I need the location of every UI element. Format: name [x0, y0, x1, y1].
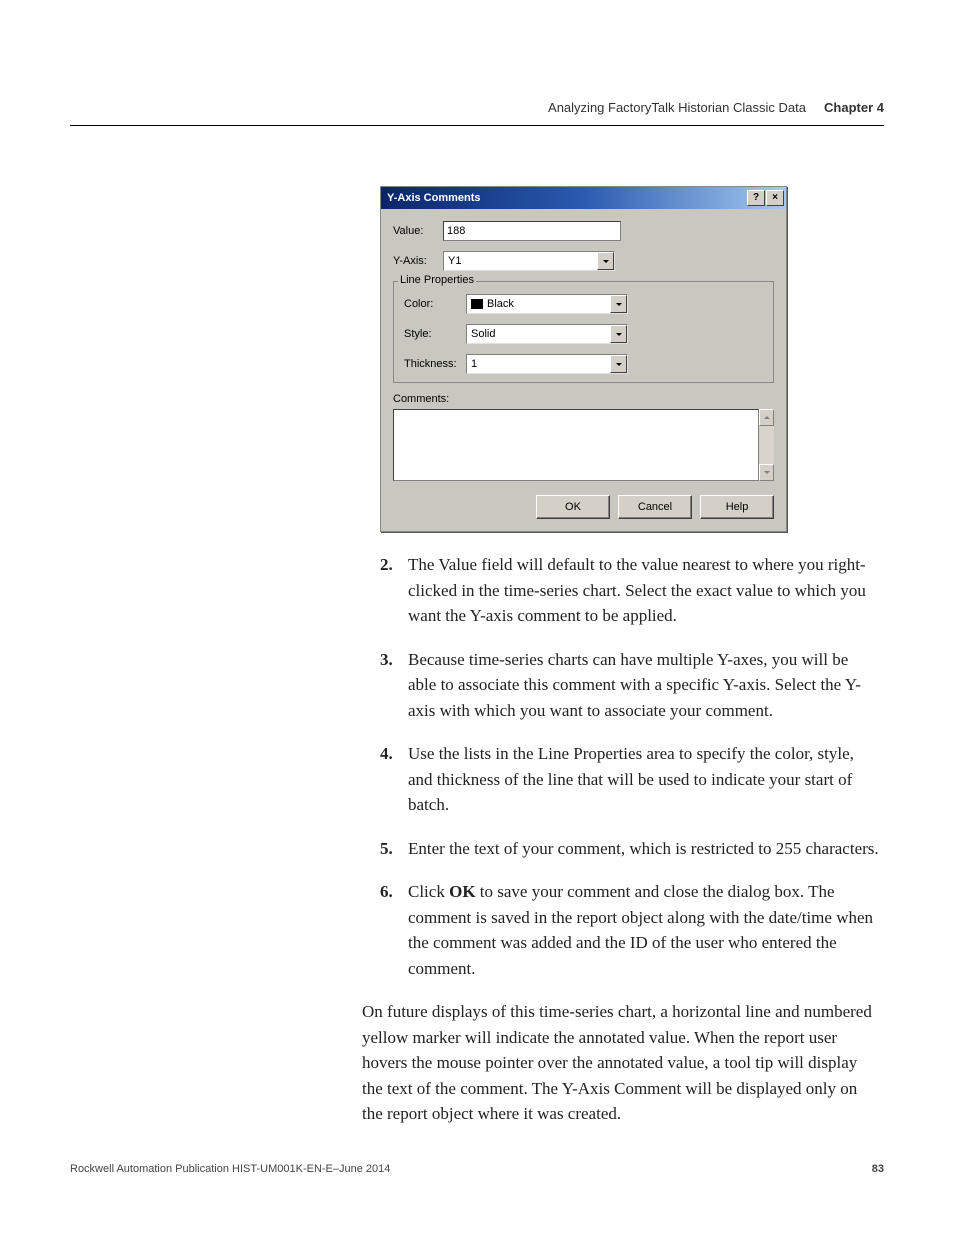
step-number: 3. — [380, 647, 398, 724]
color-swatch-icon — [471, 299, 483, 309]
close-icon[interactable]: × — [766, 190, 784, 206]
header-chapter: Chapter 4 — [824, 100, 884, 115]
y-axis-comments-dialog: Y-Axis Comments ? × Value: Y-Axis: Y1 — [380, 186, 787, 532]
step-3: 3. Because time-series charts can have m… — [380, 647, 880, 724]
chevron-down-icon — [610, 295, 627, 313]
style-selected: Solid — [467, 328, 610, 340]
dialog-title: Y-Axis Comments — [387, 192, 481, 204]
page-number: 83 — [872, 1163, 884, 1175]
color-selected: Black — [487, 298, 514, 310]
color-dropdown[interactable]: Black — [466, 294, 628, 314]
line-properties-legend: Line Properties — [398, 274, 476, 286]
style-dropdown[interactable]: Solid — [466, 324, 628, 344]
thickness-label: Thickness: — [404, 358, 466, 370]
color-label: Color: — [404, 298, 466, 310]
ok-button[interactable]: OK — [536, 495, 610, 519]
yaxis-selected: Y1 — [444, 255, 597, 267]
help-icon[interactable]: ? — [747, 190, 765, 206]
comments-textarea[interactable] — [393, 409, 759, 481]
value-label: Value: — [393, 225, 443, 237]
explanatory-paragraph: On future displays of this time-series c… — [362, 999, 882, 1127]
step-text: The Value field will default to the valu… — [408, 552, 880, 629]
chevron-down-icon — [610, 325, 627, 343]
page-header: Analyzing FactoryTalk Historian Classic … — [70, 100, 884, 126]
step-number: 2. — [380, 552, 398, 629]
yaxis-dropdown[interactable]: Y1 — [443, 251, 615, 271]
step-6: 6. Click OK to save your comment and clo… — [380, 879, 880, 981]
step-number: 6. — [380, 879, 398, 981]
step-text: Because time-series charts can have mult… — [408, 647, 880, 724]
scroll-down-icon[interactable] — [759, 464, 774, 481]
instruction-steps: 2. The Value field will default to the v… — [380, 552, 880, 981]
step-text: Click OK to save your comment and close … — [408, 879, 880, 981]
help-button[interactable]: Help — [700, 495, 774, 519]
page-footer: Rockwell Automation Publication HIST-UM0… — [70, 1163, 884, 1175]
cancel-button[interactable]: Cancel — [618, 495, 692, 519]
value-input[interactable] — [443, 221, 621, 241]
dialog-titlebar[interactable]: Y-Axis Comments ? × — [381, 187, 786, 209]
style-label: Style: — [404, 328, 466, 340]
thickness-selected: 1 — [467, 358, 610, 370]
step-text: Enter the text of your comment, which is… — [408, 836, 879, 862]
chevron-down-icon — [597, 252, 614, 270]
step-number: 4. — [380, 741, 398, 818]
scroll-up-icon[interactable] — [759, 409, 774, 426]
comments-scrollbar[interactable] — [759, 409, 774, 481]
step-text: Use the lists in the Line Properties are… — [408, 741, 880, 818]
step-number: 5. — [380, 836, 398, 862]
step-2: 2. The Value field will default to the v… — [380, 552, 880, 629]
yaxis-label: Y-Axis: — [393, 255, 443, 267]
chevron-down-icon — [610, 355, 627, 373]
publication-line: Rockwell Automation Publication HIST-UM0… — [70, 1163, 390, 1175]
header-section: Analyzing FactoryTalk Historian Classic … — [548, 100, 806, 115]
step-5: 5. Enter the text of your comment, which… — [380, 836, 880, 862]
line-properties-group: Line Properties Color: Black Style: — [393, 281, 774, 383]
thickness-dropdown[interactable]: 1 — [466, 354, 628, 374]
step-4: 4. Use the lists in the Line Properties … — [380, 741, 880, 818]
comments-label: Comments: — [393, 393, 774, 405]
